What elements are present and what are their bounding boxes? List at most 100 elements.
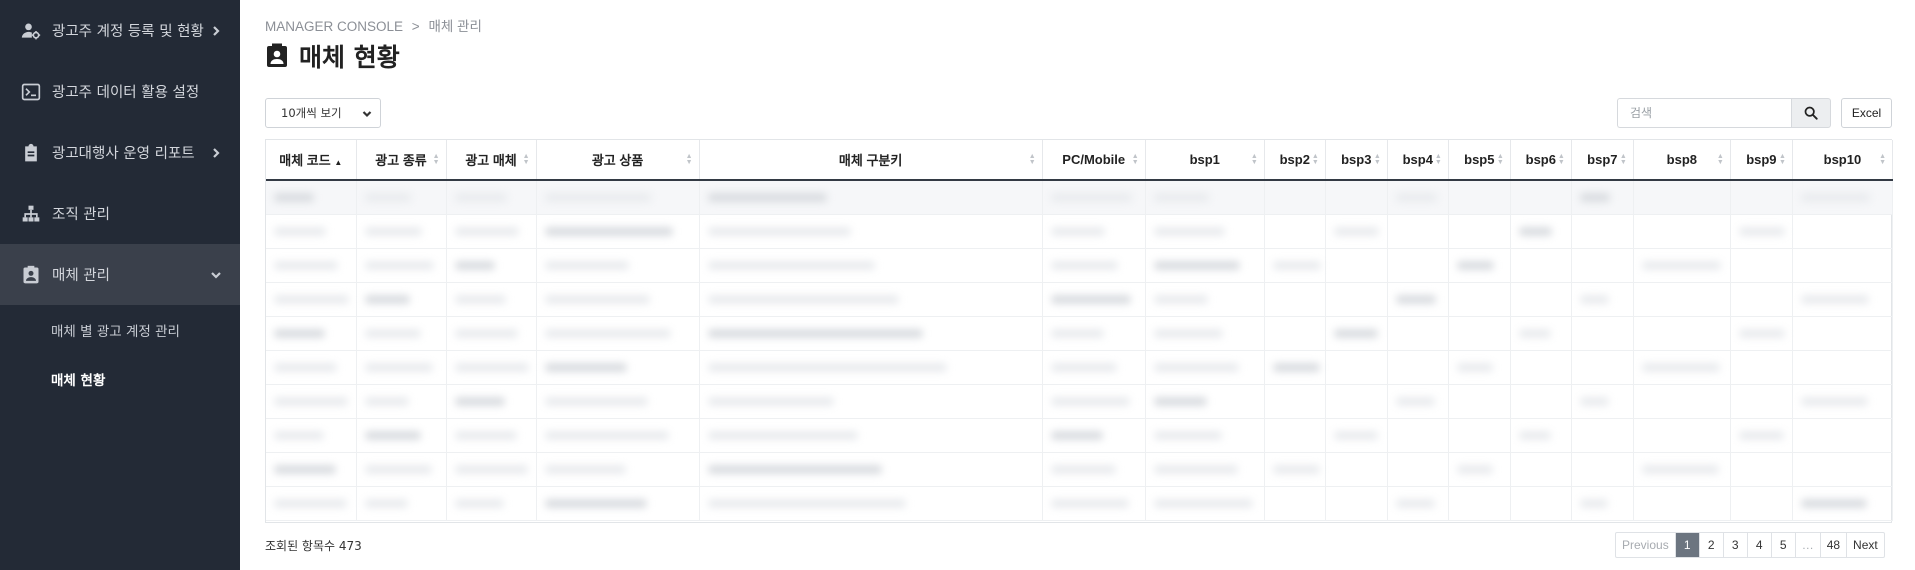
redacted-cell-content <box>1272 260 1321 270</box>
excel-export-button[interactable]: Excel <box>1841 98 1892 128</box>
table-row[interactable] <box>266 452 1894 487</box>
table-row[interactable] <box>266 384 1894 419</box>
page-title-text: 매체 현황 <box>299 43 400 72</box>
table-cell <box>266 180 357 215</box>
column-header[interactable]: 광고 매체 ▲ ▼ <box>446 140 537 181</box>
column-header[interactable]: 광고 종류 ▲ ▼ <box>356 140 447 181</box>
table-cell <box>699 486 1043 521</box>
search-button[interactable] <box>1791 98 1831 128</box>
column-header[interactable]: 광고 상품 ▲ ▼ <box>536 140 700 181</box>
table-cell <box>446 316 537 351</box>
excel-button-label: Excel <box>1851 106 1882 120</box>
table-cell <box>1145 248 1265 283</box>
table-cell <box>1633 282 1731 317</box>
table-row[interactable] <box>266 316 1894 351</box>
redacted-cell-content <box>454 430 517 440</box>
redacted-cell-content <box>1153 498 1253 508</box>
table-row[interactable] <box>266 350 1894 385</box>
sidebar-item-data-settings[interactable]: 광고주 데이터 활용 설정 <box>0 61 240 122</box>
sort-icon: ▲ ▼ <box>1373 152 1381 166</box>
table-cell <box>1633 418 1731 453</box>
column-header[interactable]: bsp8 ▲ ▼ <box>1633 140 1731 181</box>
breadcrumb-root[interactable]: MANAGER CONSOLE <box>265 19 403 34</box>
redacted-cell-content <box>364 328 422 338</box>
table-cell <box>1571 350 1634 385</box>
pagination-page[interactable]: 48 <box>1821 533 1848 557</box>
search-input[interactable] <box>1617 98 1791 128</box>
sidebar-item-media[interactable]: 매체 관리 <box>0 244 240 305</box>
pagination-page[interactable]: 5 <box>1772 533 1796 557</box>
pagination-next[interactable]: Next <box>1847 533 1884 557</box>
redacted-cell-content <box>1272 362 1321 372</box>
table-cell <box>1792 214 1894 249</box>
table-row[interactable] <box>266 214 1894 249</box>
pagination-page[interactable]: 4 <box>1748 533 1772 557</box>
column-header[interactable]: bsp2 ▲ ▼ <box>1264 140 1326 181</box>
sidebar-item-advertiser-accounts[interactable]: 광고주 계정 등록 및 현황 <box>0 0 240 61</box>
column-header[interactable]: bsp10 ▲ ▼ <box>1792 140 1894 181</box>
redacted-cell-content <box>364 362 434 372</box>
redacted-cell-content <box>1050 294 1132 304</box>
breadcrumb-current[interactable]: 매체 관리 <box>428 19 481 34</box>
table-cell <box>1042 214 1146 249</box>
sort-icon: ▲ ▼ <box>1250 152 1258 166</box>
table-cell <box>446 214 537 249</box>
table-row[interactable] <box>266 486 1894 521</box>
table-row[interactable] <box>266 418 1894 453</box>
column-header[interactable]: bsp6 ▲ ▼ <box>1510 140 1572 181</box>
table-cell <box>1792 350 1894 385</box>
table-cell <box>446 350 537 385</box>
pagination: Previous 1 2 3 4 5 … 48 Next <box>1615 532 1885 558</box>
table-cell <box>536 316 700 351</box>
chevron-down-icon <box>362 108 372 118</box>
column-header[interactable]: 매체 코드 ▲ <box>266 140 357 181</box>
sidebar-subitem-media-accounts[interactable]: 매체 별 광고 계정 관리 <box>0 305 240 354</box>
column-header[interactable]: bsp5 ▲ ▼ <box>1448 140 1511 181</box>
redacted-cell-content <box>544 294 650 304</box>
redacted-cell-content <box>707 328 924 338</box>
table-cell <box>1264 350 1326 385</box>
table-row[interactable] <box>266 248 1894 283</box>
table-cell <box>1633 248 1731 283</box>
table-cell <box>1792 384 1894 419</box>
table-cell <box>1145 282 1265 317</box>
pagination-previous[interactable]: Previous <box>1616 533 1676 557</box>
table-cell <box>699 180 1043 215</box>
table-cell <box>1042 452 1146 487</box>
table-cell <box>1571 418 1634 453</box>
column-header[interactable]: 매체 구분키 ▲ ▼ <box>699 140 1043 181</box>
table-cell <box>446 418 537 453</box>
pagination-page[interactable]: 3 <box>1724 533 1748 557</box>
redacted-cell-content <box>707 294 900 304</box>
table-cell <box>1264 316 1326 351</box>
sidebar-item-agency-report[interactable]: 광고대행사 운영 리포트 <box>0 122 240 183</box>
column-header-label: bsp8 <box>1666 152 1698 167</box>
redacted-cell-content <box>707 396 835 406</box>
pagination-page[interactable]: 2 <box>1700 533 1724 557</box>
redacted-cell-content <box>1050 396 1131 406</box>
page-size-select[interactable]: 10개씩 보기 <box>265 98 381 128</box>
table-cell <box>1448 350 1511 385</box>
redacted-cell-content <box>1579 294 1610 304</box>
sidebar-item-label: 매체 관리 <box>52 268 110 284</box>
redacted-cell-content <box>274 396 349 406</box>
table-row[interactable] <box>266 282 1894 317</box>
sidebar-subitem-media-status[interactable]: 매체 현황 <box>0 354 240 403</box>
table-cell <box>1510 486 1572 521</box>
column-header[interactable]: bsp4 ▲ ▼ <box>1387 140 1449 181</box>
table-cell <box>1571 452 1634 487</box>
table-cell <box>1325 248 1388 283</box>
column-header[interactable]: bsp9 ▲ ▼ <box>1730 140 1793 181</box>
column-header[interactable]: bsp1 ▲ ▼ <box>1145 140 1265 181</box>
column-header[interactable]: bsp7 ▲ ▼ <box>1571 140 1634 181</box>
sort-asc-icon: ▲ <box>334 158 343 167</box>
table-cell <box>266 486 357 521</box>
table-cell <box>1448 248 1511 283</box>
pagination-page[interactable]: 1 <box>1675 533 1700 557</box>
table-row[interactable] <box>266 180 1894 215</box>
column-header[interactable]: PC/Mobile ▲ ▼ <box>1042 140 1146 181</box>
org-chart-icon <box>20 203 42 225</box>
redacted-cell-content <box>454 294 507 304</box>
column-header[interactable]: bsp3 ▲ ▼ <box>1325 140 1388 181</box>
sidebar-item-organization[interactable]: 조직 관리 <box>0 183 240 244</box>
